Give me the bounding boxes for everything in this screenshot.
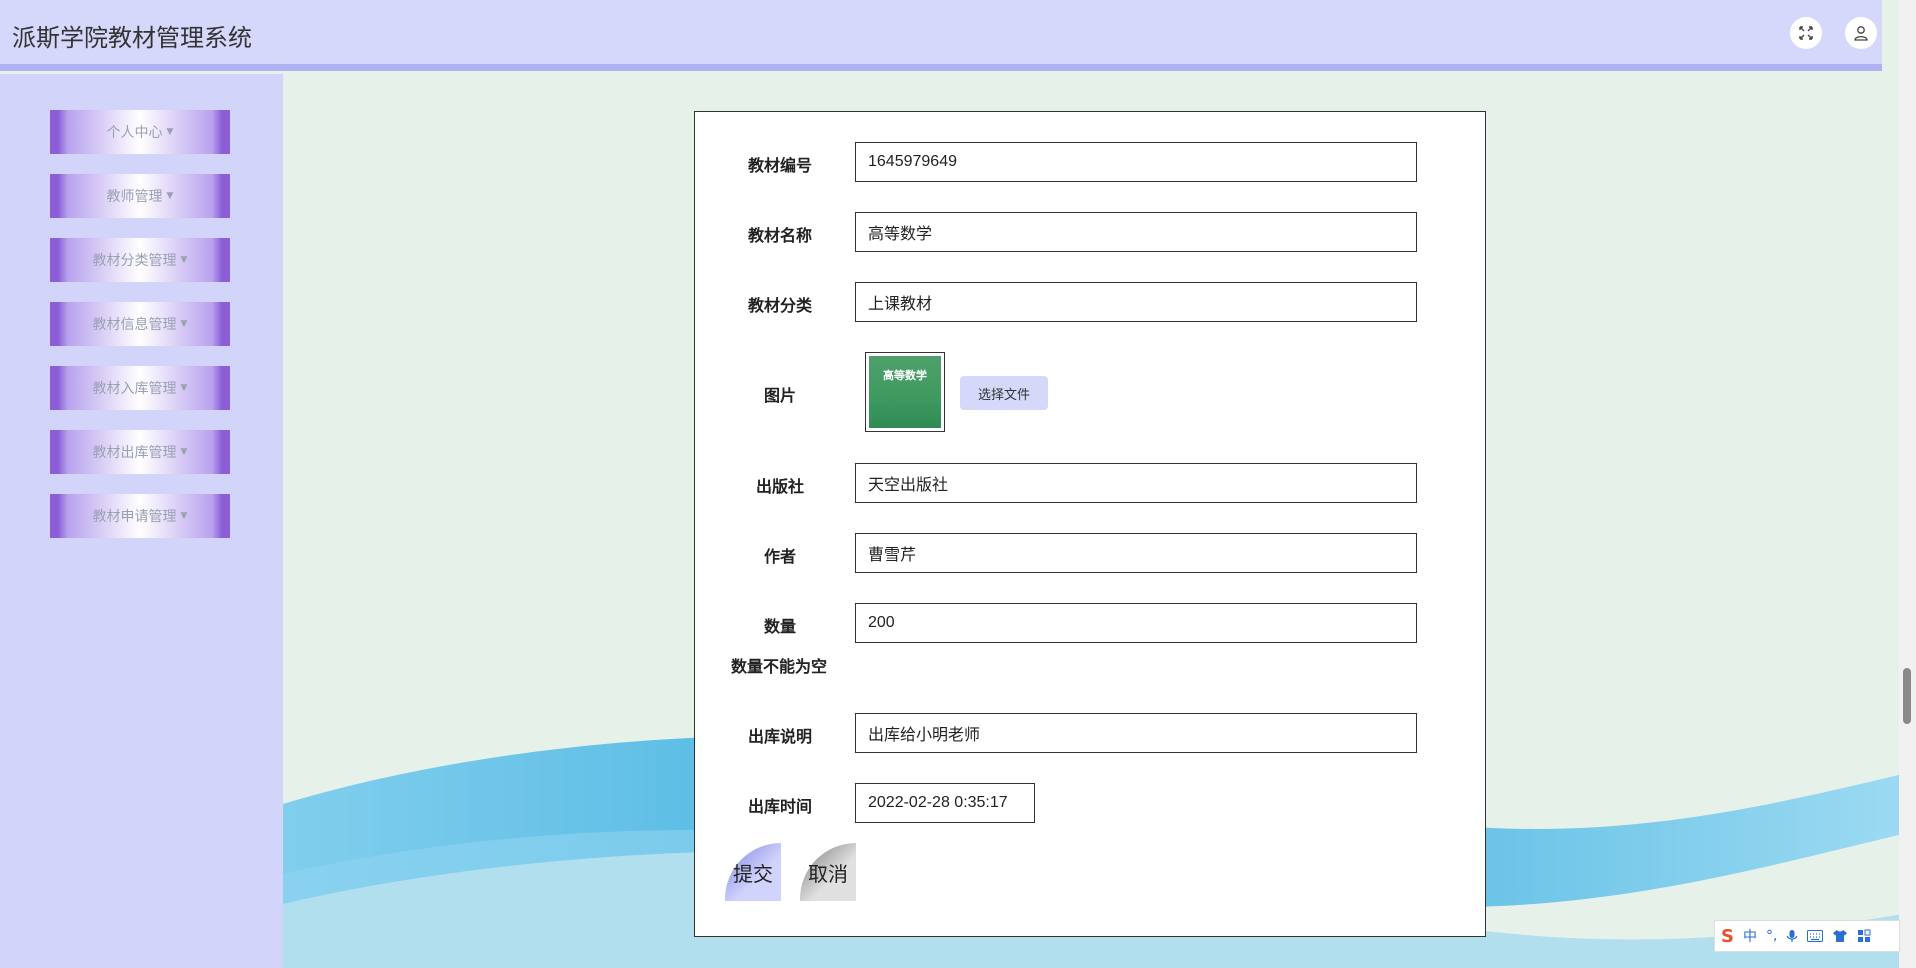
sidebar-item-label: 教材出库管理 [92, 445, 177, 461]
shirt-icon[interactable] [1832, 929, 1848, 943]
fullscreen-icon [1799, 26, 1813, 40]
caret-down-icon: ▼ [166, 127, 174, 137]
caret-down-icon: ▼ [180, 511, 188, 521]
app-title: 派斯学院教材管理系统 [12, 24, 252, 52]
scrollbar-thumb[interactable] [1903, 668, 1911, 724]
sidebar-item-textbook-info[interactable]: 教材信息管理 ▼ [50, 302, 230, 346]
page-scrollbar[interactable] [1899, 0, 1916, 968]
ime-toolbar: S 中 °, [1714, 920, 1900, 952]
ime-mode[interactable]: 中 [1743, 926, 1757, 946]
user-icon [1854, 26, 1868, 41]
user-button[interactable] [1845, 17, 1877, 49]
author-label: 作者 [763, 547, 796, 566]
author-input[interactable]: 曹雪芹 [855, 533, 1417, 573]
quantity-input[interactable]: 200 [855, 603, 1417, 643]
fullscreen-button[interactable] [1790, 17, 1822, 49]
ime-logo[interactable]: S [1721, 926, 1734, 947]
grid-icon[interactable] [1857, 929, 1871, 943]
choose-file-button[interactable]: 选择文件 [960, 376, 1048, 410]
category-input[interactable]: 上课教材 [855, 282, 1417, 322]
textbook-outbound-form: 教材编号 1645979649 教材名称 高等数学 教材分类 上课教材 图片 高… [694, 111, 1486, 937]
sidebar-item-teacher-management[interactable]: 教师管理 ▼ [50, 174, 230, 218]
cancel-button[interactable]: 取消 [800, 843, 856, 901]
outbound-time-label: 出库时间 [747, 797, 812, 816]
outbound-note-input[interactable]: 出库给小明老师 [855, 713, 1417, 753]
keyboard-icon[interactable] [1807, 930, 1824, 942]
code-label: 教材编号 [747, 156, 812, 175]
sidebar-item-application[interactable]: 教材申请管理 ▼ [50, 494, 230, 538]
caret-down-icon: ▼ [180, 255, 188, 265]
name-label: 教材名称 [747, 226, 812, 245]
sidebar-item-category-management[interactable]: 教材分类管理 ▼ [50, 238, 230, 282]
code-input[interactable]: 1645979649 [855, 142, 1417, 182]
sidebar-item-outbound[interactable]: 教材出库管理 ▼ [50, 430, 230, 474]
publisher-input[interactable]: 天空出版社 [855, 463, 1417, 503]
sidebar-item-label: 教材入库管理 [92, 381, 177, 397]
image-label: 图片 [763, 386, 796, 405]
sidebar-item-label: 教材申请管理 [92, 509, 177, 525]
textbook-cover-image: 高等数学 [865, 352, 945, 432]
sidebar-item-label: 个人中心 [106, 125, 163, 141]
cover-title: 高等数学 [883, 369, 927, 382]
publisher-label: 出版社 [755, 477, 804, 496]
sidebar-item-personal-center[interactable]: 个人中心 ▼ [50, 110, 230, 154]
submit-button[interactable]: 提交 [725, 843, 781, 901]
caret-down-icon: ▼ [166, 191, 174, 201]
microphone-icon[interactable] [1786, 929, 1798, 943]
outbound-note-label: 出库说明 [747, 727, 812, 746]
sidebar: 个人中心 ▼ 教师管理 ▼ 教材分类管理 ▼ 教材信息管理 ▼ 教材入库管理 ▼ 教材出库… [0, 74, 283, 968]
sidebar-item-label: 教材分类管理 [92, 253, 177, 269]
quantity-error-message: 数量不能为空 [731, 657, 828, 676]
name-input[interactable]: 高等数学 [855, 212, 1417, 252]
category-label: 教材分类 [747, 296, 812, 315]
caret-down-icon: ▼ [180, 383, 188, 393]
sidebar-item-label: 教材信息管理 [92, 317, 177, 333]
caret-down-icon: ▼ [180, 447, 188, 457]
sidebar-item-label: 教师管理 [106, 189, 163, 205]
top-header: 派斯学院教材管理系统 [0, 0, 1882, 71]
outbound-time-input[interactable]: 2022-02-28 0:35:17 [855, 783, 1035, 823]
ime-punctuation[interactable]: °, [1766, 928, 1777, 944]
quantity-label: 数量 [763, 617, 796, 636]
caret-down-icon: ▼ [180, 319, 188, 329]
sidebar-item-inbound[interactable]: 教材入库管理 ▼ [50, 366, 230, 410]
